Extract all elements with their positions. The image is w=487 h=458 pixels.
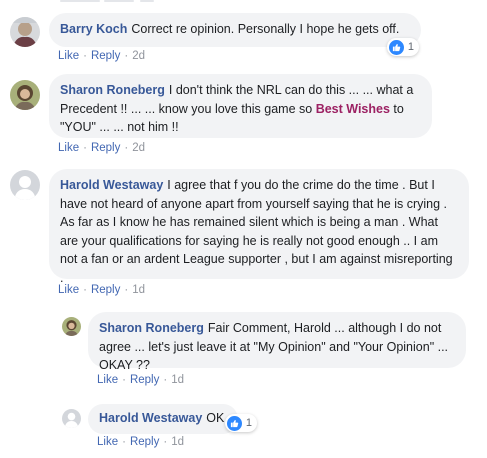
comment-bubble: Sharon Roneberg Fair Comment, Harold ... … — [88, 312, 466, 372]
timestamp[interactable]: 2d — [132, 50, 145, 62]
comment-bubble: Harold Westaway OK — [88, 404, 238, 434]
reaction-badge[interactable]: 1 — [225, 414, 257, 432]
comment-actions: Like · Reply · 2d — [58, 142, 145, 154]
author-name[interactable]: Harold Westaway — [99, 411, 202, 425]
previous-comment-remnant — [0, 0, 487, 4]
reaction-count: 1 — [245, 417, 252, 429]
reply-link[interactable]: Reply — [130, 374, 159, 386]
reply-link[interactable]: Reply — [91, 50, 120, 62]
reply-link[interactable]: Reply — [91, 284, 120, 296]
author-name[interactable]: Sharon Roneberg — [60, 83, 165, 97]
comment-bubble: Sharon Roneberg I don't think the NRL can… — [49, 74, 432, 138]
comment-actions: Like · Reply · 1d — [97, 436, 184, 448]
reaction-count: 1 — [407, 41, 414, 53]
comment-actions: Like · Reply · 1d — [97, 374, 184, 386]
comment-actions: Like · Reply · 1d — [58, 284, 145, 296]
comment-text: OK — [206, 411, 225, 425]
author-name[interactable]: Harold Westaway — [60, 178, 163, 192]
like-link[interactable]: Like — [58, 50, 79, 62]
like-link[interactable]: Like — [58, 142, 79, 154]
avatar[interactable] — [10, 17, 40, 47]
comment-text: I agree that f you do the crime do the t… — [60, 178, 453, 285]
author-name[interactable]: Barry Koch — [60, 22, 127, 36]
reply-link[interactable]: Reply — [130, 436, 159, 448]
like-link[interactable]: Like — [97, 374, 118, 386]
timestamp[interactable]: 1d — [171, 436, 184, 448]
avatar[interactable] — [10, 170, 40, 200]
author-name[interactable]: Sharon Roneberg — [99, 321, 204, 335]
timestamp[interactable]: 1d — [171, 374, 184, 386]
comment-bubble: Harold Westaway I agree that f you do the… — [49, 169, 469, 285]
reply-link[interactable]: Reply — [91, 142, 120, 154]
reaction-badge[interactable]: 1 — [387, 38, 419, 56]
thumbs-up-icon — [227, 415, 242, 431]
like-link[interactable]: Like — [97, 436, 118, 448]
avatar[interactable] — [62, 409, 81, 428]
highlighted-text: Best Wishes — [315, 101, 390, 116]
thumbs-up-icon — [389, 39, 404, 55]
comment-actions: Like · Reply · 2d — [58, 50, 145, 62]
like-link[interactable]: Like — [58, 284, 79, 296]
timestamp[interactable]: 2d — [132, 142, 145, 154]
avatar[interactable] — [10, 80, 40, 110]
comment-bubble: Barry Koch Correct re opinion. Personally… — [49, 13, 421, 47]
comment-text: Correct re opinion. Personally I hope he… — [131, 22, 400, 36]
timestamp[interactable]: 1d — [132, 284, 145, 296]
avatar[interactable] — [62, 317, 81, 336]
